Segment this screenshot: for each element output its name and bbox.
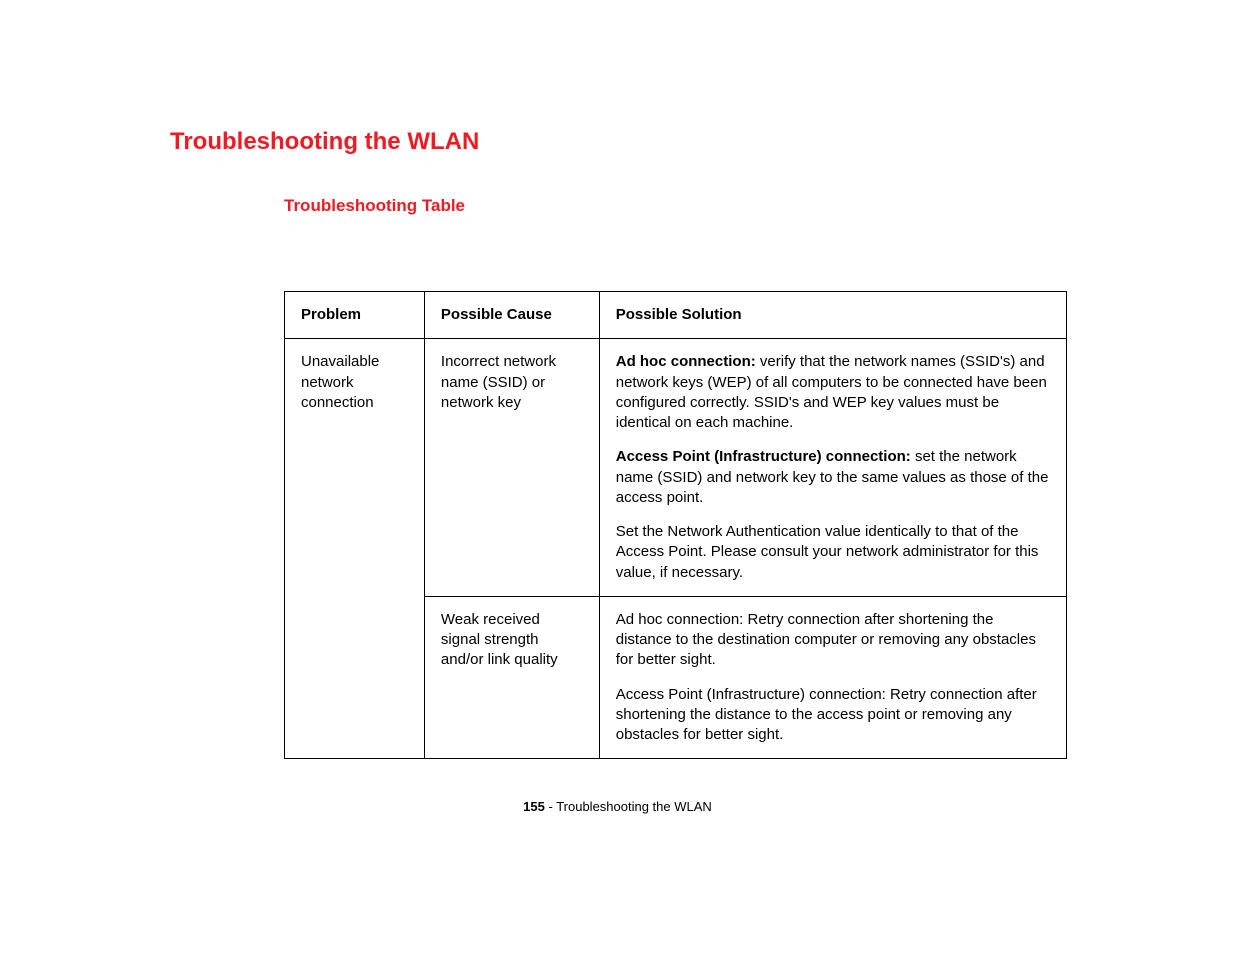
header-problem: Problem [285,292,425,339]
cell-solution-1: Ad hoc connection: verify that the netwo… [599,339,1066,597]
solution-label: Ad hoc connection: [616,353,760,370]
cell-cause-2: Weak received signal strength and/or lin… [424,596,599,759]
table-header-row: Problem Possible Cause Possible Solution [285,292,1067,339]
troubleshooting-table: Problem Possible Cause Possible Solution… [284,291,1067,759]
solution-paragraph: Ad hoc connection: verify that the netwo… [616,352,1050,433]
solution-text: Set the Network Authentication value ide… [616,523,1039,581]
page-footer: 155 - Troubleshooting the WLAN [0,799,1235,814]
sub-heading: Troubleshooting Table [284,196,1065,216]
solution-paragraph: Access Point (Infrastructure) connection… [616,685,1050,746]
cell-cause-1: Incorrect network name (SSID) or network… [424,339,599,597]
footer-title: Troubleshooting the WLAN [556,799,712,814]
main-heading: Troubleshooting the WLAN [170,128,1065,156]
solution-text: Access Point (Infrastructure) connection… [616,686,1037,744]
footer-separator: - [545,799,556,814]
troubleshooting-table-container: Problem Possible Cause Possible Solution… [284,291,1067,759]
cell-problem: Unavailable network connection [285,339,425,759]
solution-text: Ad hoc connection: Retry connection afte… [616,611,1036,669]
solution-paragraph: Set the Network Authentication value ide… [616,522,1050,583]
solution-label: Access Point (Infrastructure) connection… [616,448,915,465]
solution-paragraph: Ad hoc connection: Retry connection afte… [616,610,1050,671]
header-cause: Possible Cause [424,292,599,339]
footer-page-number: 155 [523,799,545,814]
table-row: Unavailable network connection Incorrect… [285,339,1067,597]
solution-paragraph: Access Point (Infrastructure) connection… [616,447,1050,508]
header-solution: Possible Solution [599,292,1066,339]
cell-solution-2: Ad hoc connection: Retry connection afte… [599,596,1066,759]
